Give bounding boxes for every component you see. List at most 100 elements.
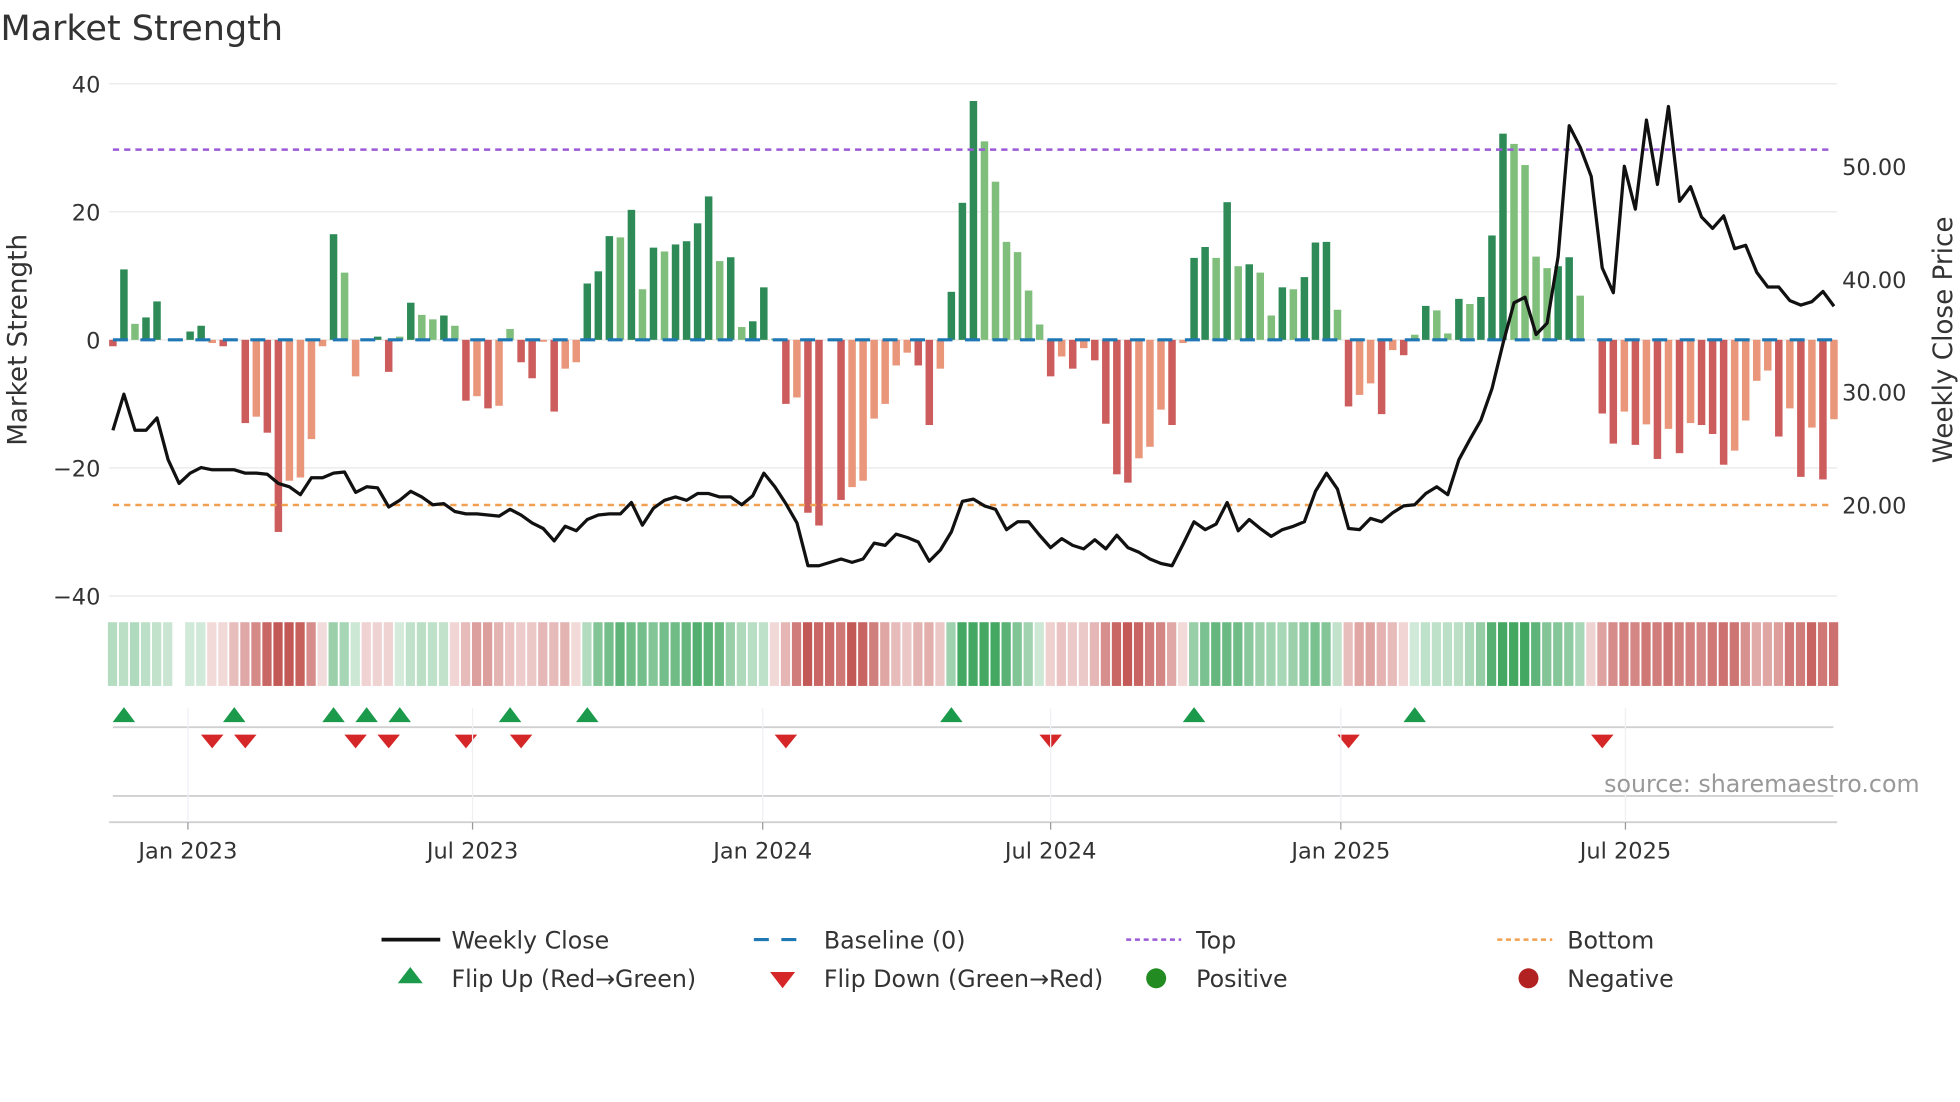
regime-cell [1762, 622, 1773, 686]
positive-bar [1565, 257, 1573, 340]
flip-up-marker [940, 707, 963, 723]
legend-positive-icon [1146, 968, 1167, 989]
regime-cell [185, 622, 195, 686]
positive-bar [760, 287, 768, 340]
legend-negative-icon [1518, 968, 1539, 989]
flip-up-marker [498, 707, 522, 723]
positive-bar [991, 181, 1000, 340]
regime-cell [1122, 622, 1133, 686]
negative-bar [1124, 339, 1132, 483]
flip-up-marker [388, 707, 411, 723]
regime-cell [1398, 622, 1408, 686]
regime-cell [847, 622, 857, 686]
regime-cell [483, 622, 493, 686]
negative-bar [881, 339, 889, 404]
positive-bar [660, 251, 669, 340]
regime-cell [1718, 622, 1728, 686]
regime-cell [1641, 622, 1651, 686]
regime-cell [869, 622, 879, 686]
positive-bar [1245, 264, 1253, 340]
regime-cell [1255, 622, 1265, 686]
positive-bar [605, 236, 614, 340]
regime-cell [1564, 622, 1574, 686]
legend-label: Top [1195, 926, 1236, 954]
negative-bar [550, 339, 558, 412]
positive-bar [1201, 246, 1209, 340]
regime-cell [1200, 622, 1210, 686]
regime-cell [825, 622, 835, 686]
regime-cell [538, 622, 548, 686]
negative-bar [1797, 339, 1805, 477]
negative-bar [1377, 339, 1386, 415]
flip-up-marker [322, 707, 345, 723]
regime-cell [582, 622, 592, 686]
regime-cell [1740, 622, 1750, 686]
positive-bar [969, 101, 978, 340]
regime-cell [1365, 622, 1375, 686]
regime-cell [427, 622, 438, 686]
positive-bar [1576, 295, 1584, 340]
regime-cell [284, 622, 294, 686]
positive-bar [594, 271, 603, 340]
regime-cell [1828, 622, 1839, 686]
legend: Weekly Close Baseline (0) Top Bottom Flip Up… [381, 926, 1674, 993]
regime-cell [505, 622, 515, 686]
regime-cell [372, 622, 382, 686]
regime-cell [1343, 622, 1353, 686]
regime-cell [1222, 622, 1232, 686]
negative-bar [1697, 339, 1706, 426]
positive-bar [153, 301, 161, 340]
legend-flip-up-icon [397, 967, 423, 984]
regime-cell [1542, 622, 1552, 686]
regime-cell [1266, 622, 1276, 686]
negative-bar [1830, 339, 1838, 420]
positive-bar [726, 257, 735, 340]
regime-cell [1332, 622, 1342, 686]
y2-tick-label: 30.00 [1842, 381, 1906, 407]
regime-cell [1244, 622, 1254, 686]
negative-bar [1686, 339, 1695, 424]
y2-axis-title: Weekly Close Price [1929, 217, 1959, 464]
flip-up-marker [112, 707, 136, 723]
negative-bar [1819, 339, 1827, 480]
y-tick-label: −20 [53, 457, 100, 483]
flip-up-marker [1403, 707, 1426, 723]
regime-cell [1696, 622, 1706, 686]
regime-cell [1531, 622, 1541, 686]
negative-bar [1068, 339, 1077, 369]
positive-bar [1035, 324, 1044, 340]
regime-cell [1023, 622, 1033, 686]
regime-cell [471, 622, 482, 686]
flip-down-marker [454, 734, 478, 749]
positive-bar [1311, 242, 1320, 340]
regime-cell [1630, 622, 1640, 686]
legend-label: Negative [1567, 965, 1673, 993]
regime-cell [1575, 622, 1585, 686]
regime-cell [1299, 622, 1309, 686]
regime-cell [1817, 622, 1828, 686]
negative-bar [1775, 339, 1783, 437]
negative-bar [561, 339, 569, 369]
flip-down-marker [774, 734, 798, 749]
negative-bar [274, 339, 283, 532]
flip-down-marker [1591, 734, 1614, 749]
y-axis-title: Market Strength [4, 234, 34, 446]
negative-bar [1113, 339, 1121, 475]
regime-cell [836, 622, 846, 686]
negative-bar [1741, 339, 1750, 421]
positive-bar [131, 323, 139, 340]
regime-cell [736, 622, 746, 686]
regime-cell [1211, 622, 1221, 686]
negative-bar [892, 339, 900, 366]
regime-cell [1431, 622, 1442, 686]
positive-bar [704, 196, 713, 340]
positive-bar [583, 283, 592, 340]
negative-bar [804, 339, 812, 513]
regime-cell [1144, 622, 1155, 686]
regime-cell [858, 622, 868, 686]
regime-cell [1089, 622, 1100, 686]
negative-bar [1091, 339, 1099, 361]
regime-cell [1685, 622, 1695, 686]
negative-bar [1399, 339, 1408, 356]
positive-bar [429, 319, 437, 340]
